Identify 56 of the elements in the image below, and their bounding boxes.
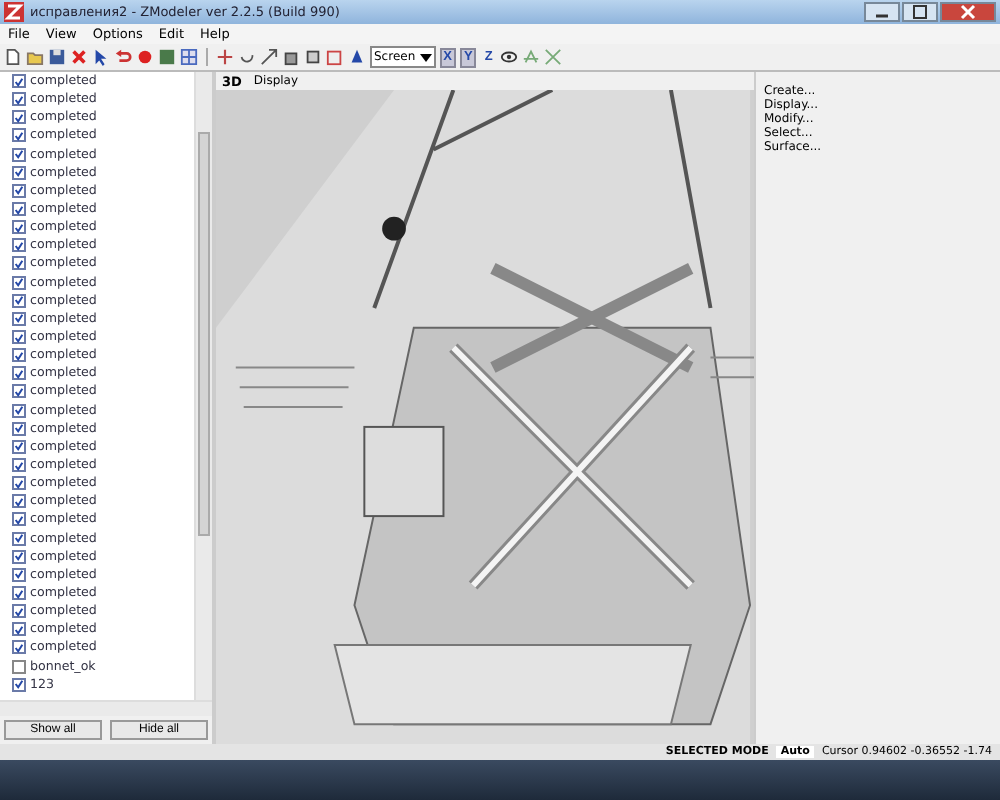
checkbox[interactable] [12,403,26,418]
scrollbar[interactable] [194,72,212,700]
checkbox[interactable] [12,275,26,290]
save-icon[interactable] [48,48,66,66]
checkbox[interactable] [12,110,26,125]
checkbox[interactable] [12,220,26,235]
checkbox[interactable] [12,512,26,527]
checkbox[interactable] [12,549,26,564]
eye-icon[interactable] [500,48,519,66]
scale-icon[interactable] [260,48,278,66]
checkbox[interactable] [12,183,26,198]
checkbox[interactable] [12,128,26,143]
checkbox[interactable] [12,659,26,674]
minimize-button[interactable] [864,2,900,22]
checkbox[interactable] [12,622,26,637]
undo-icon[interactable] [114,48,132,66]
checkbox[interactable] [12,494,26,509]
checkbox[interactable] [12,458,26,473]
checkbox[interactable] [12,604,26,619]
box-icon[interactable] [304,48,322,66]
checkbox[interactable] [12,293,26,308]
record-icon[interactable] [136,48,154,66]
close-icon [960,4,976,20]
maximize-button[interactable] [902,2,938,22]
checkbox[interactable] [12,531,26,546]
maximize-icon [912,4,928,20]
checkbox[interactable] [12,586,26,600]
delete-icon[interactable] [70,48,88,66]
box-icon[interactable] [326,48,344,66]
checkbox[interactable] [12,384,26,399]
checkbox[interactable] [12,476,26,491]
checkbox[interactable] [12,147,26,162]
close-button[interactable] [940,2,996,22]
checkbox[interactable] [12,330,26,345]
box-icon[interactable] [282,48,300,66]
checkbox[interactable] [12,439,26,454]
checkbox[interactable] [12,421,26,436]
checkbox[interactable] [12,165,26,180]
new-file-icon[interactable] [4,48,22,66]
checkbox[interactable] [12,366,26,381]
scrollbar[interactable] [0,700,212,716]
checkbox[interactable] [12,256,26,271]
checkbox[interactable] [12,311,26,326]
checkbox[interactable] [12,92,26,107]
caret-icon [419,51,432,63]
checkbox[interactable] [12,567,26,582]
checkbox[interactable] [12,677,26,692]
checkbox[interactable] [12,640,26,655]
open-folder-icon[interactable] [26,48,44,66]
move-icon[interactable] [216,48,234,66]
checkbox[interactable] [12,238,26,253]
grid-icon[interactable] [180,48,198,66]
checkbox[interactable] [12,348,26,363]
cursor-icon[interactable] [92,48,110,66]
checkbox[interactable] [12,202,26,217]
checkbox[interactable] [12,74,26,89]
